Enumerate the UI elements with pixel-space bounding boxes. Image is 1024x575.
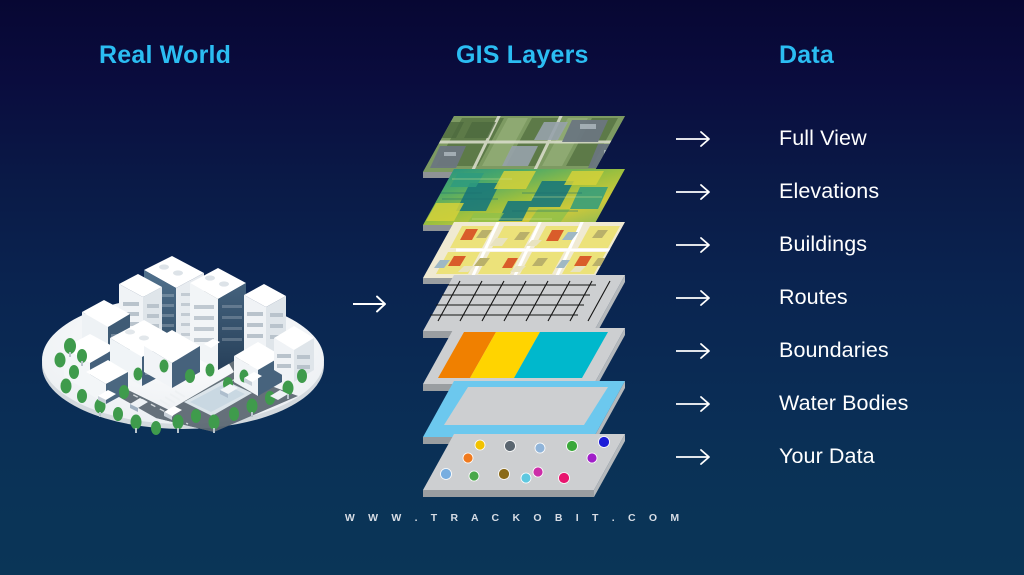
arrow-right-icon [675,289,717,307]
data-row-label: Your Data [779,444,875,468]
data-row-boundaries[interactable]: Boundaries [675,324,1005,377]
heading-real-world: Real World [99,41,232,69]
arrow-right-icon [675,395,717,413]
gis-layer-your-data[interactable] [412,428,637,520]
footer-website-url: W W W . T R A C K O B I T . C O M [344,512,685,524]
data-row-label: Full View [779,126,867,150]
city-svg [42,256,324,435]
data-row-water-bodies[interactable]: Water Bodies [675,377,1005,430]
infographic-canvas: Real World GIS Layers Data Full View Ele… [0,0,1024,575]
data-row-elevations[interactable]: Elevations [675,165,1005,218]
data-labels-column: Full View Elevations Buildings Routes Bo… [675,112,1005,483]
data-row-label: Water Bodies [779,391,909,415]
data-row-label: Elevations [779,179,880,203]
data-row-buildings[interactable]: Buildings [675,218,1005,271]
data-row-your-data[interactable]: Your Data [675,430,1005,483]
arrow-right-icon [675,130,717,148]
arrow-right-icon [675,448,717,466]
data-row-label: Boundaries [779,338,889,362]
center-arrow-icon [352,295,392,313]
heading-data: Data [779,41,834,69]
gis-layer-stack [412,110,637,497]
data-row-label: Buildings [779,232,868,256]
arrow-right-icon [675,342,717,360]
data-row-full-view[interactable]: Full View [675,112,1005,165]
data-row-routes[interactable]: Routes [675,271,1005,324]
heading-gis-layers: GIS Layers [456,41,589,69]
data-row-label: Routes [779,285,848,309]
arrow-right-icon [675,236,717,254]
isometric-city-illustration [38,160,328,435]
arrow-right-icon [675,183,717,201]
